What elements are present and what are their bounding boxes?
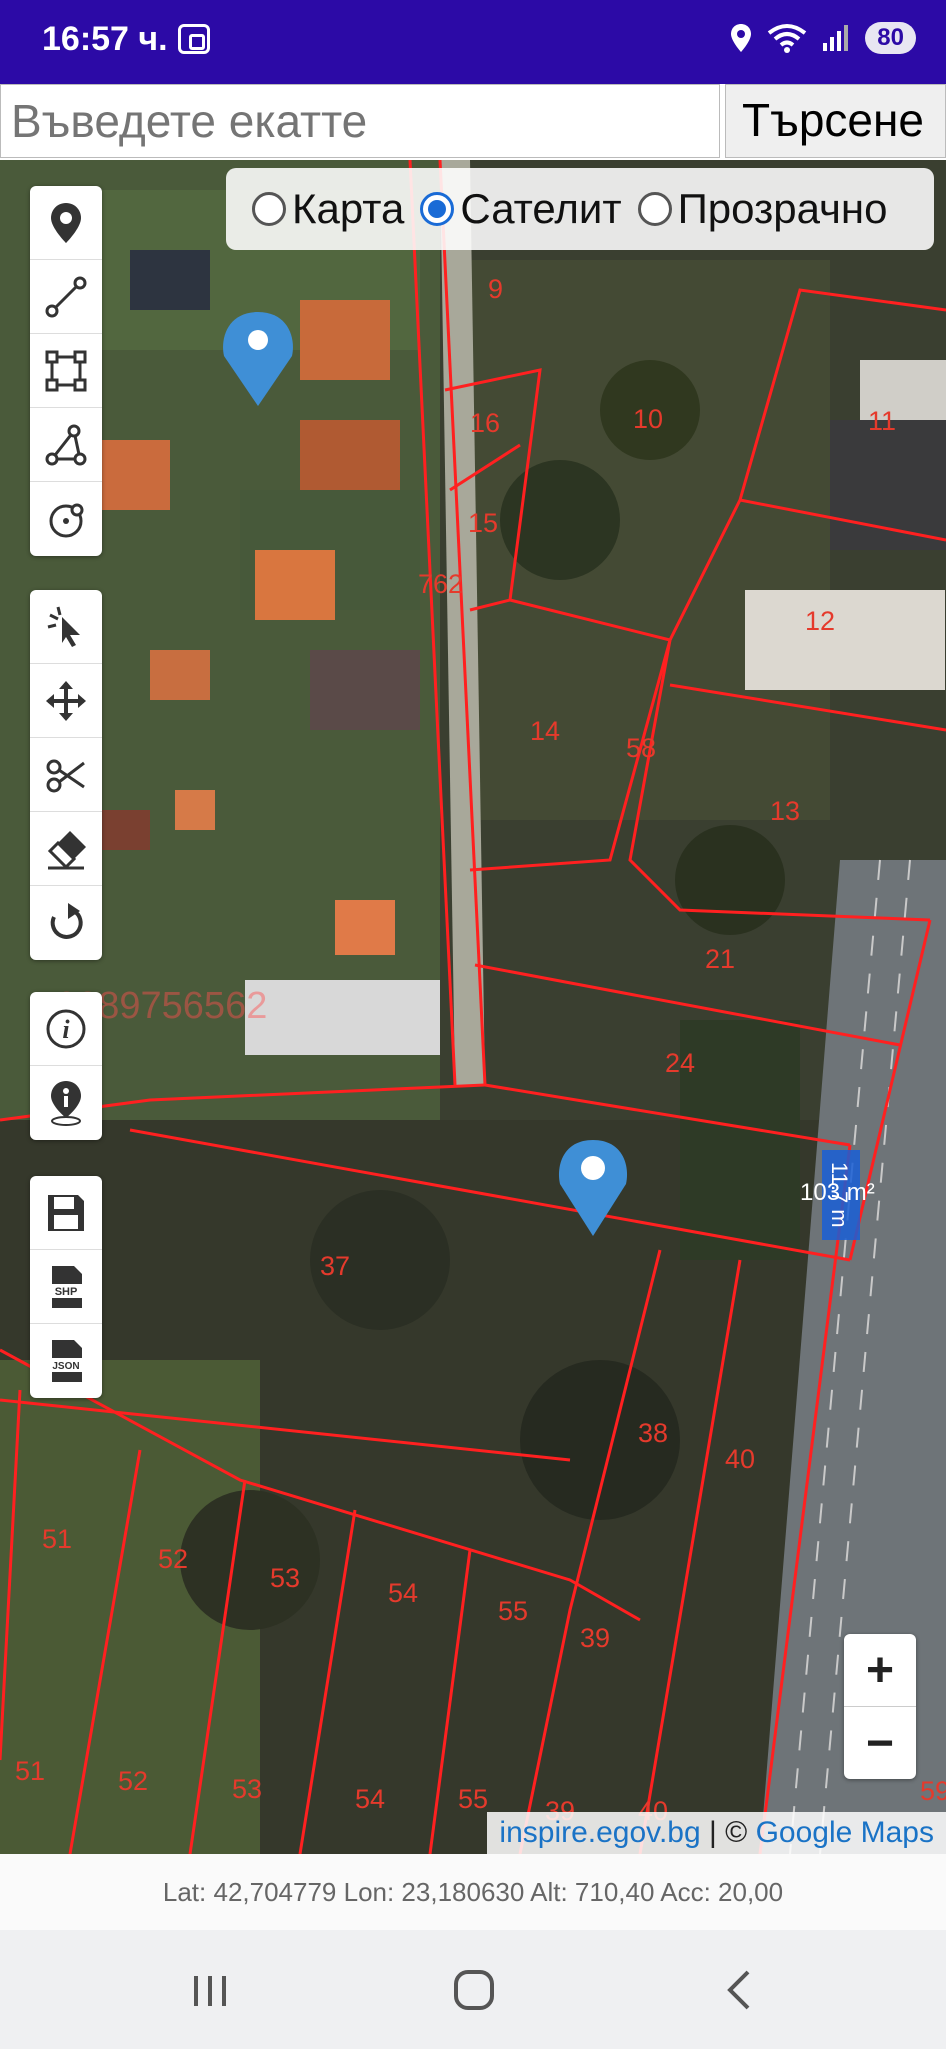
radio-transparent[interactable] — [637, 192, 672, 226]
map-attribution: inspire.egov.bg | © Google Maps — [487, 1812, 946, 1854]
info-pin-icon — [51, 1081, 81, 1126]
layer-option-transparent[interactable]: Прозрачно — [637, 185, 887, 233]
angle-icon — [45, 424, 87, 465]
coordinates-readout: Lat: 42,704779 Lon: 23,180630 Alt: 710,4… — [0, 1854, 946, 1930]
edit-tools — [30, 590, 102, 960]
map-view[interactable]: 9 16 10 11 15 762 12 14 58 13 21 24 37 3… — [0, 160, 946, 1854]
eraser-icon — [47, 830, 86, 869]
parcel-label: 54 — [355, 1784, 385, 1814]
parcel-label: 762 — [418, 569, 463, 599]
draw-angle-button[interactable] — [30, 408, 102, 482]
layer-selector: Карта Сателит Прозрачно — [226, 168, 934, 250]
parcel-label: 10 — [633, 404, 663, 434]
attribution-provider-link[interactable]: Google Maps — [756, 1816, 934, 1849]
parcel-label: 58 — [626, 733, 656, 763]
info-pin-button[interactable] — [30, 1066, 102, 1140]
info-icon: i — [46, 1009, 86, 1048]
system-navigation-bar — [0, 1930, 946, 2049]
radio-map[interactable] — [252, 192, 286, 226]
satellite-map: 9 16 10 11 15 762 12 14 58 13 21 24 37 3… — [0, 160, 946, 1854]
status-icons: 80 — [729, 22, 916, 54]
parcel-label: 52 — [118, 1766, 148, 1796]
parcel-label: 37 — [320, 1251, 350, 1281]
wifi-icon — [768, 24, 807, 53]
parcel-label: 53 — [232, 1774, 262, 1804]
draw-circle-button[interactable] — [30, 482, 102, 556]
layer-option-satellite[interactable]: Сателит — [420, 185, 622, 233]
zoom-in-button[interactable]: + — [844, 1634, 916, 1707]
location-pin-icon — [51, 202, 81, 243]
parcel-label: 59 — [920, 1776, 946, 1806]
svg-text:SHP: SHP — [55, 1286, 78, 1298]
svg-text:i: i — [62, 1015, 70, 1044]
parcel-label: 55 — [498, 1596, 528, 1626]
move-button[interactable] — [30, 664, 102, 738]
layer-option-map[interactable]: Карта — [252, 185, 404, 233]
select-icon — [47, 606, 80, 647]
draw-polygon-button[interactable] — [30, 334, 102, 408]
parcel-label: 9 — [488, 274, 503, 304]
parcel-label: 53 — [270, 1563, 300, 1593]
polygon-icon — [45, 350, 87, 391]
status-time: 16:57 ч. — [42, 20, 168, 58]
parcel-label: 52 — [158, 1544, 188, 1574]
parcel-label: 55 — [458, 1784, 488, 1814]
search-bar: Търсене — [0, 84, 946, 160]
parcel-label: 13 — [770, 796, 800, 826]
zoom-controls: + − — [844, 1634, 916, 1779]
undo-button[interactable] — [30, 886, 102, 960]
cut-button[interactable] — [30, 738, 102, 812]
back-icon[interactable] — [710, 1960, 770, 2020]
save-button[interactable] — [30, 1176, 102, 1250]
cut-icon — [46, 759, 85, 792]
search-button[interactable]: Търсене — [725, 84, 946, 158]
parcel-label: 21 — [705, 944, 735, 974]
shp-export-icon: SHP — [48, 1265, 84, 1308]
parcel-label: 14 — [530, 716, 560, 746]
draw-line-button[interactable] — [30, 260, 102, 334]
circle-icon — [49, 503, 84, 538]
measured-length: 11.7 m — [827, 1162, 852, 1228]
parcel-label: 24 — [665, 1048, 695, 1078]
parcel-label: 40 — [725, 1444, 755, 1474]
location-icon — [731, 24, 752, 52]
zoom-out-button[interactable]: − — [844, 1707, 916, 1779]
svg-text:JSON: JSON — [52, 1361, 79, 1372]
parcel-label: 51 — [15, 1756, 45, 1786]
ekatte-search-input[interactable] — [0, 84, 720, 158]
export-json-button[interactable]: JSON — [30, 1324, 102, 1398]
eraser-button[interactable] — [30, 812, 102, 886]
parcel-label: 15 — [468, 508, 498, 538]
add-point-button[interactable] — [30, 186, 102, 260]
parcel-label: 11 — [868, 406, 896, 436]
signal-icon — [823, 25, 849, 51]
drawing-tools — [30, 186, 102, 556]
status-bar: 16:57 ч. 80 — [0, 0, 946, 84]
export-tools: SHP JSON — [30, 1176, 102, 1398]
info-tools: i — [30, 992, 102, 1140]
parcel-label: 51 — [42, 1524, 72, 1554]
json-export-icon: JSON — [46, 1340, 86, 1382]
home-icon[interactable] — [444, 1960, 504, 2020]
line-icon — [45, 276, 87, 317]
save-icon — [48, 1194, 84, 1231]
info-button[interactable]: i — [30, 992, 102, 1066]
parcel-label: 39 — [580, 1623, 610, 1653]
parcel-label: 12 — [805, 606, 835, 636]
attribution-source-link[interactable]: inspire.egov.bg — [499, 1816, 700, 1849]
parcel-label: 54 — [388, 1578, 418, 1608]
battery-indicator: 80 — [865, 22, 916, 54]
export-shp-button[interactable]: SHP — [30, 1250, 102, 1324]
select-button[interactable] — [30, 590, 102, 664]
radio-satellite[interactable] — [420, 192, 455, 226]
undo-icon — [50, 903, 83, 939]
screen-record-icon — [178, 24, 210, 54]
move-icon — [46, 680, 86, 721]
parcel-label: 38 — [638, 1418, 668, 1448]
parcel-label: 16 — [470, 408, 500, 438]
recent-apps-icon[interactable] — [180, 1960, 240, 2020]
